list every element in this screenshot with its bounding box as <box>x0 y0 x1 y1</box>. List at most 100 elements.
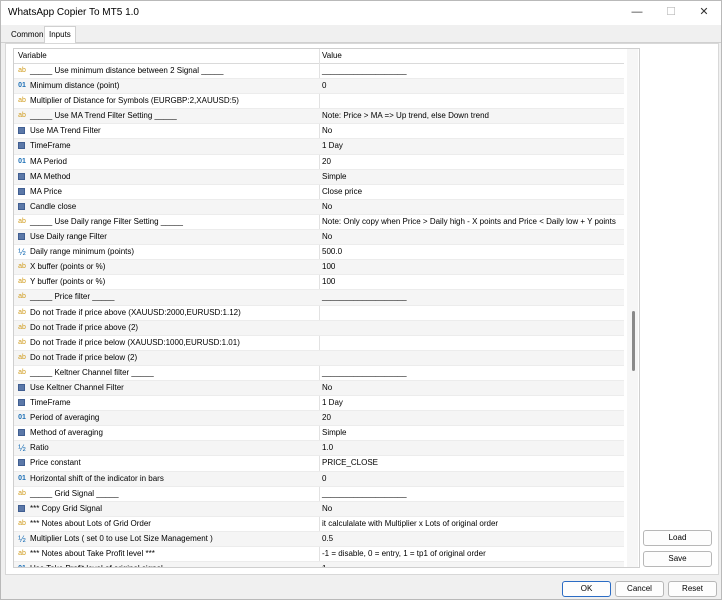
enum-type-icon <box>18 233 25 241</box>
table-row[interactable]: ½ Ratio 1.0 <box>14 441 624 457</box>
variable-value[interactable]: No <box>322 504 332 513</box>
integer-type-icon: 01 <box>18 474 26 482</box>
double-type-icon: ½ <box>18 247 26 258</box>
variable-name: X buffer (points or %) <box>30 262 106 272</box>
table-row[interactable]: ab _____ Use MA Trend Filter Setting ____… <box>14 109 624 125</box>
double-type-icon: ½ <box>18 533 26 544</box>
variable-name: Do not Trade if price above (XAUUSD:2000… <box>30 307 241 317</box>
table-row[interactable]: ab X buffer (points or %) 100 <box>14 260 624 276</box>
table-row[interactable]: ab Multiplier of Distance for Symbols (EU… <box>14 94 624 110</box>
variable-value[interactable]: PRICE_CLOSE <box>322 458 378 467</box>
save-button[interactable]: Save <box>643 551 712 567</box>
variable-value[interactable]: 1 Day <box>322 141 343 150</box>
variable-name: Y buffer (points or %) <box>30 277 106 287</box>
table-row[interactable]: ab Do not Trade if price above (2) <box>14 320 624 336</box>
variable-value[interactable]: 0.5 <box>322 534 333 543</box>
variable-value[interactable]: 1.0 <box>322 443 333 452</box>
variable-name: _____ Use MA Trend Filter Setting _____ <box>30 111 177 121</box>
table-row[interactable]: ab _____ Price filter _____ ______________… <box>14 290 624 306</box>
variable-value[interactable]: Simple <box>322 428 346 437</box>
variable-value[interactable]: ___________________ <box>322 489 407 498</box>
variable-name: TimeFrame <box>30 398 71 408</box>
variable-value[interactable]: 20 <box>322 157 331 166</box>
variable-value[interactable]: ___________________ <box>322 368 407 377</box>
variable-value[interactable]: 500.0 <box>322 247 342 256</box>
table-row[interactable]: Candle close No <box>14 199 624 215</box>
variable-value[interactable]: 0 <box>322 474 326 483</box>
variable-name: Horizontal shift of the indicator in bar… <box>30 473 164 483</box>
table-row[interactable]: ab *** Notes about Take Profit level *** … <box>14 547 624 563</box>
table-row[interactable]: ½ Daily range minimum (points) 500.0 <box>14 245 624 261</box>
table-row[interactable]: ab _____ Use Daily range Filter Setting _… <box>14 215 624 231</box>
table-row[interactable]: 01 Period of averaging 20 <box>14 411 624 427</box>
table-row[interactable]: ab Y buffer (points or %) 100 <box>14 275 624 291</box>
table-row[interactable]: Method of averaging Simple <box>14 426 624 442</box>
inputs-panel: Variable Value ab _____ Use minimum dista… <box>5 43 719 575</box>
table-row[interactable]: Use MA Trend Filter No <box>14 124 624 140</box>
variable-value[interactable]: Note: Price > MA => Up trend, else Down … <box>322 111 489 120</box>
table-row[interactable]: Use Daily range Filter No <box>14 230 624 246</box>
variable-value[interactable]: it calculalate with Multiplier x Lots of… <box>322 519 498 528</box>
enum-type-icon <box>18 504 25 512</box>
table-row[interactable]: *** Copy Grid Signal No <box>14 501 624 517</box>
table-row[interactable]: ½ Multiplier Lots ( set 0 to use Lot Size… <box>14 531 624 547</box>
variable-value[interactable]: No <box>322 232 332 241</box>
variable-name: Period of averaging <box>30 413 100 423</box>
cancel-button[interactable]: Cancel <box>615 581 664 597</box>
table-row[interactable]: 01 Minimum distance (point) 0 <box>14 79 624 95</box>
variable-value[interactable]: -1 = disable, 0 = entry, 1 = tp1 of orig… <box>322 549 486 558</box>
string-type-icon: ab <box>18 550 26 557</box>
tab-inputs[interactable]: Inputs <box>44 26 76 44</box>
table-row[interactable]: 01Use Take Profit level of original sign… <box>14 562 624 567</box>
table-row[interactable]: ab _____ Grid Signal _____ _______________… <box>14 487 624 502</box>
table-row[interactable]: 01 Horizontal shift of the indicator in b… <box>14 471 624 487</box>
table-row[interactable]: ab Do not Trade if price above (XAUUSD:20… <box>14 306 624 321</box>
variable-value[interactable]: 100 <box>322 277 335 286</box>
table-row[interactable]: 01 MA Period 20 <box>14 155 624 170</box>
variable-value[interactable]: ___________________ <box>322 66 407 75</box>
ok-button[interactable]: OK <box>562 581 611 597</box>
table-row[interactable]: MA Price Close price <box>14 185 624 200</box>
table-row[interactable]: TimeFrame 1 Day <box>14 396 624 412</box>
table-row[interactable]: ab Do not Trade if price below (XAUUSD:10… <box>14 336 624 351</box>
reset-button[interactable]: Reset <box>668 581 717 597</box>
variable-value[interactable]: No <box>322 126 332 135</box>
string-type-icon: ab <box>18 293 26 301</box>
table-row[interactable]: MA Method Simple <box>14 169 624 185</box>
load-button[interactable]: Load <box>643 530 712 546</box>
variable-value[interactable]: 100 <box>322 262 335 271</box>
variable-value[interactable]: 0 <box>322 81 326 90</box>
variable-value[interactable]: Close price <box>322 187 362 196</box>
variable-value[interactable]: No <box>322 383 332 392</box>
string-type-icon: ab <box>18 278 26 286</box>
double-type-icon: ½ <box>18 443 26 454</box>
enum-type-icon <box>18 429 25 437</box>
variable-value[interactable]: Simple <box>322 172 346 181</box>
enum-type-icon <box>18 202 25 210</box>
close-button[interactable]: ✕ <box>687 1 721 25</box>
table-row[interactable]: Use Keltner Channel Filter No <box>14 380 624 397</box>
column-header-value[interactable]: Value <box>322 51 342 60</box>
table-row[interactable]: ab _____ Keltner Channel filter _____ ____… <box>14 366 624 381</box>
variable-name: Do not Trade if price above (2) <box>30 322 139 332</box>
scrollbar-thumb[interactable] <box>632 311 635 371</box>
table-row[interactable]: TimeFrame 1 Day <box>14 139 624 155</box>
tab-common[interactable]: Common <box>7 28 47 42</box>
minimize-button[interactable]: — <box>620 1 654 25</box>
table-row[interactable]: ab _____ Use minimum distance between 2 S… <box>14 64 624 80</box>
variable-value[interactable]: Note: Only copy when Price > Daily high … <box>322 217 616 226</box>
string-type-icon: ab <box>18 519 26 527</box>
variable-value[interactable]: 1 <box>322 564 326 567</box>
tab-bar: Common Inputs <box>1 25 721 44</box>
variable-name: MA Period <box>30 156 67 166</box>
vertical-scrollbar[interactable] <box>627 49 638 567</box>
variable-value[interactable]: No <box>322 202 332 211</box>
column-header-variable[interactable]: Variable <box>18 51 47 60</box>
table-row[interactable]: Price constant PRICE_CLOSE <box>14 456 624 472</box>
table-row[interactable]: ab Do not Trade if price below (2) <box>14 350 624 366</box>
variable-name: TimeFrame <box>30 141 71 151</box>
table-row[interactable]: ab *** Notes about Lots of Grid Order it c… <box>14 517 624 532</box>
variable-value[interactable]: 1 Day <box>322 398 343 407</box>
variable-value[interactable]: ___________________ <box>322 292 407 301</box>
variable-value[interactable]: 20 <box>322 413 331 422</box>
